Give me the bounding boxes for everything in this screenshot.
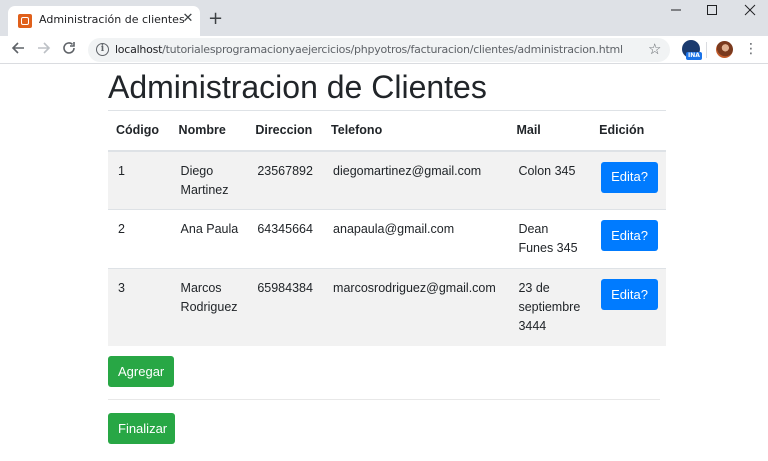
toolbar-divider [706,42,707,58]
close-window-icon[interactable] [740,4,760,20]
cell-edicion: Edita? [591,268,666,346]
column-header-direccion: Direccion [247,110,324,152]
column-header-edicion: Edición [591,110,666,152]
cell-codigo: 1 [108,150,171,210]
cell-telefono: diegomartinez@gmail.com [323,150,509,210]
cell-telefono: marcosrodriguez@gmail.com [323,268,509,346]
cell-direccion: 23567892 [247,150,324,210]
finish-button[interactable]: Finalizar [108,413,175,444]
main-container: Administracion de Clientes Código Nombre… [108,65,666,346]
browser-menu-icon[interactable]: ⋮ [744,41,758,57]
table-row: 3 Marcos Rodriguez 65984384 marcosrodrig… [108,268,666,346]
browser-tab-strip: Administración de clientes ✕ + [0,0,768,36]
add-client-button[interactable]: Agregar [108,356,174,387]
maximize-icon[interactable] [702,4,722,20]
cell-direccion: 64345664 [247,209,324,269]
table-header-row: Código Nombre Direccion Telefono Mail Ed… [108,110,666,152]
column-header-mail: Mail [508,110,592,152]
forward-arrow-icon[interactable] [36,41,52,59]
clients-table: Código Nombre Direccion Telefono Mail Ed… [108,110,666,346]
cell-edicion: Edita? [591,150,666,210]
table-row: 1 Diego Martinez 23567892 diegomartinez@… [108,150,666,210]
cell-nombre: Ana Paula [170,209,248,269]
page-content: Administracion de Clientes Código Nombre… [0,65,768,461]
address-bar[interactable]: i localhost/tutorialesprogramacionyaejer… [88,38,670,62]
url-text: localhost/tutorialesprogramacionyaejerci… [115,43,623,56]
cell-codigo: 2 [108,209,171,269]
profile-avatar[interactable] [716,41,733,58]
column-header-telefono: Telefono [323,110,509,152]
cell-nombre: Marcos Rodriguez [170,268,248,346]
site-info-icon[interactable]: i [96,43,109,56]
browser-toolbar: i localhost/tutorialesprogramacionyaejer… [0,36,768,64]
reload-icon[interactable] [61,41,77,59]
back-arrow-icon[interactable] [10,41,26,59]
cell-codigo: 3 [108,268,171,346]
cell-nombre: Diego Martinez [170,150,248,210]
cell-mail: Colon 345 [508,150,592,210]
cell-telefono: anapaula@gmail.com [323,209,509,269]
extension-badge: INA [686,52,702,60]
column-header-codigo: Código [108,110,171,152]
xampp-favicon-icon [18,14,32,28]
cell-edicion: Edita? [591,209,666,269]
cell-direccion: 65984384 [247,268,324,346]
tab-title: Administración de clientes [39,13,185,26]
browser-tab[interactable]: Administración de clientes ✕ [8,6,200,36]
page-title: Administracion de Clientes [108,69,487,105]
divider [108,399,660,400]
edit-button[interactable]: Edita? [601,161,658,193]
edit-button[interactable]: Edita? [601,220,658,251]
bookmark-star-icon[interactable]: ☆ [648,40,661,58]
close-tab-icon[interactable]: ✕ [180,11,196,27]
minimize-icon[interactable] [666,4,686,20]
new-tab-button[interactable]: + [208,10,223,28]
cell-mail: Dean Funes 345 [508,209,592,269]
edit-button[interactable]: Edita? [601,279,658,310]
table-row: 2 Ana Paula 64345664 anapaula@gmail.com … [108,209,666,269]
column-header-nombre: Nombre [170,110,248,152]
cell-mail: 23 de septiembre 3444 [508,268,592,346]
